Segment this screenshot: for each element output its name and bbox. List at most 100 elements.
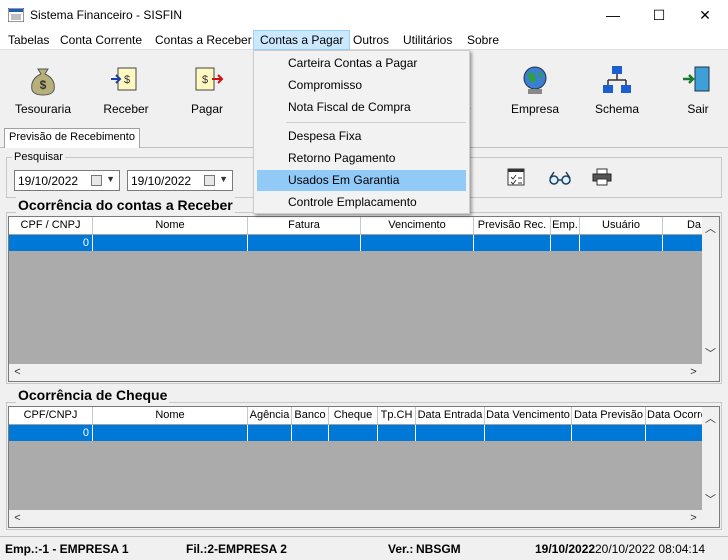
tesouraria-label: Tesouraria — [14, 102, 72, 116]
contas-a-pagar-dropdown: Carteira Contas a Pagar Compromisso Nota… — [253, 50, 470, 214]
receber-button[interactable]: $ Receber — [91, 57, 161, 119]
chevron-down-icon[interactable]: ▼ — [219, 174, 228, 184]
menu-item-usados-em-garantia[interactable]: Usados Em Garantia — [257, 170, 466, 191]
pagar-label: Pagar — [190, 102, 224, 116]
scroll-right-icon[interactable]: > — [685, 366, 702, 378]
col-header[interactable]: Data Ocorrê — [646, 407, 704, 425]
col-header[interactable]: Cheque — [329, 407, 378, 425]
calendar-icon[interactable] — [91, 175, 102, 186]
date-to-input[interactable]: 19/10/2022 ▼ — [127, 170, 233, 191]
pagar-button[interactable]: $ Pagar — [172, 57, 242, 119]
glasses-icon[interactable] — [548, 170, 572, 186]
table-cell[interactable]: 0 — [9, 235, 93, 251]
tesouraria-button[interactable]: $ Tesouraria — [8, 57, 78, 119]
col-header[interactable]: Nome — [93, 217, 248, 235]
scroll-left-icon[interactable]: < — [9, 512, 26, 524]
scroll-right-icon[interactable]: > — [685, 512, 702, 524]
cheque-grid[interactable]: CPF/CNPJ Nome Agência Banco Cheque Tp.CH… — [8, 406, 720, 528]
chevron-down-icon[interactable]: ▼ — [106, 174, 115, 184]
col-header[interactable]: CPF/CNPJ — [9, 407, 93, 425]
checklist-icon[interactable] — [507, 168, 525, 186]
col-header[interactable]: Vencimento — [361, 217, 474, 235]
col-header[interactable]: Emp. — [551, 217, 580, 235]
horizontal-scrollbar[interactable]: < > — [9, 364, 719, 381]
table-cell[interactable] — [646, 425, 704, 441]
menu-item-carteira-contas-a-pagar[interactable]: Carteira Contas a Pagar — [257, 53, 466, 74]
date-from-input[interactable]: 19/10/2022 ▼ — [14, 170, 120, 191]
col-header[interactable]: Data Vencimento — [485, 407, 572, 425]
table-cell[interactable] — [93, 425, 248, 441]
date-from-value: 19/10/2022 — [18, 174, 79, 188]
tab-previsao-recebimento[interactable]: Previsão de Recebimento — [4, 128, 140, 148]
menu-contas-a-receber[interactable]: Contas a Receber — [149, 30, 258, 50]
receber-title: Ocorrência do contas a Receber — [16, 197, 235, 213]
table-cell[interactable] — [248, 235, 361, 251]
sair-button[interactable]: Sair — [663, 57, 728, 119]
menu-outros[interactable]: Outros — [347, 30, 395, 50]
maximize-button[interactable]: ☐ — [636, 0, 682, 30]
col-header[interactable]: Previsão Rec. — [474, 217, 551, 235]
scroll-down-icon[interactable]: ﹀ — [702, 345, 719, 361]
scroll-up-icon[interactable]: ︿ — [702, 220, 719, 236]
schema-button[interactable]: Schema — [582, 57, 652, 119]
table-cell[interactable] — [580, 235, 663, 251]
window-title: Sistema Financeiro - SISFIN — [30, 8, 183, 22]
close-button[interactable]: ✕ — [682, 0, 728, 30]
table-cell[interactable]: 0 — [9, 425, 93, 441]
status-datetime: 20/10/2022 08:04:14 — [595, 542, 706, 556]
table-cell[interactable] — [329, 425, 378, 441]
status-filial: Fil.:2-EMPRESA 2 — [186, 542, 287, 556]
table-cell[interactable] — [474, 235, 551, 251]
col-header[interactable]: Tp.CH — [378, 407, 416, 425]
schema-icon — [603, 66, 631, 93]
empresa-button[interactable]: Empresa — [500, 57, 570, 119]
table-cell[interactable] — [93, 235, 248, 251]
menu-contas-a-pagar[interactable]: Contas a Pagar — [253, 30, 351, 50]
col-header[interactable]: Da — [663, 217, 704, 235]
table-cell[interactable] — [378, 425, 416, 441]
table-cell[interactable] — [361, 235, 474, 251]
table-cell[interactable] — [416, 425, 485, 441]
table-cell[interactable] — [572, 425, 646, 441]
svg-text:$: $ — [124, 74, 130, 86]
menu-item-retorno-pagamento[interactable]: Retorno Pagamento — [257, 148, 466, 169]
table-cell[interactable] — [551, 235, 580, 251]
schema-label: Schema — [594, 102, 640, 116]
vertical-scrollbar[interactable]: ︿ ﹀ — [702, 407, 719, 510]
col-header[interactable]: Data Previsão — [572, 407, 646, 425]
menu-item-controle-emplacamento[interactable]: Controle Emplacamento — [257, 192, 466, 213]
col-header[interactable]: Agência — [248, 407, 292, 425]
menu-tabelas[interactable]: Tabelas — [2, 30, 55, 50]
globe-icon — [523, 66, 547, 94]
calendar-icon[interactable] — [204, 175, 215, 186]
menu-item-nota-fiscal-de-compra[interactable]: Nota Fiscal de Compra — [257, 97, 466, 118]
printer-icon[interactable] — [592, 168, 612, 186]
col-header[interactable]: CPF / CNPJ — [9, 217, 93, 235]
status-version-label: Ver.: — [388, 542, 414, 556]
table-cell[interactable] — [292, 425, 329, 441]
table-cell[interactable] — [248, 425, 292, 441]
col-header[interactable]: Usuário — [580, 217, 663, 235]
horizontal-scrollbar[interactable]: < > — [9, 510, 719, 527]
menu-sobre[interactable]: Sobre — [461, 30, 505, 50]
col-header[interactable]: Banco — [292, 407, 329, 425]
receber-grid[interactable]: CPF / CNPJ Nome Fatura Vencimento Previs… — [8, 216, 720, 382]
search-label: Pesquisar — [12, 151, 65, 163]
menu-utilitarios[interactable]: Utilitários — [397, 30, 458, 50]
scroll-down-icon[interactable]: ﹀ — [702, 491, 719, 507]
scroll-up-icon[interactable]: ︿ — [702, 410, 719, 426]
menu-item-compromisso[interactable]: Compromisso — [257, 75, 466, 96]
menu-conta-corrente[interactable]: Conta Corrente — [54, 30, 148, 50]
col-header[interactable]: Fatura — [248, 217, 361, 235]
vertical-scrollbar[interactable]: ︿ ﹀ — [702, 217, 719, 364]
menu-item-despesa-fixa[interactable]: Despesa Fixa — [257, 126, 466, 147]
table-cell[interactable] — [663, 235, 704, 251]
table-cell[interactable] — [485, 425, 572, 441]
col-header[interactable]: Data Entrada — [416, 407, 485, 425]
sair-label: Sair — [687, 102, 709, 116]
minimize-button[interactable]: — — [590, 0, 636, 30]
col-header[interactable]: Nome — [93, 407, 248, 425]
svg-text:$: $ — [202, 74, 208, 86]
scroll-left-icon[interactable]: < — [9, 366, 26, 378]
exit-door-icon — [683, 66, 710, 92]
